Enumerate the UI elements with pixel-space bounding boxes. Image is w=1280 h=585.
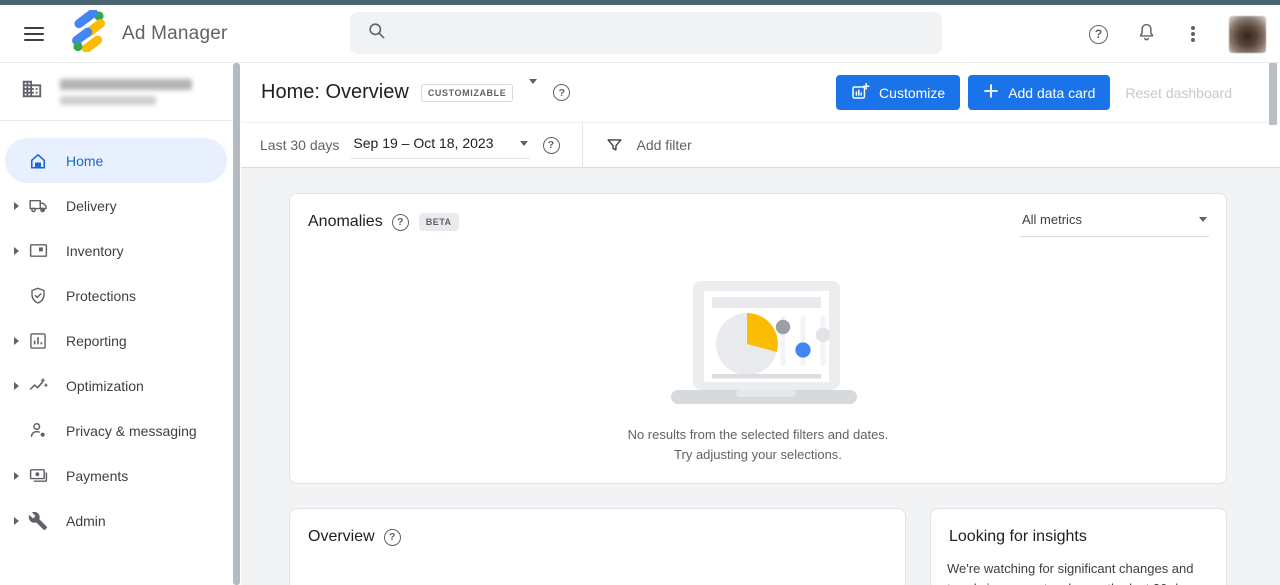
add-filter-button[interactable]: Add filter: [637, 137, 692, 153]
organization-icon: [21, 78, 43, 105]
customize-chart-icon: [851, 82, 870, 104]
sidebar-item-label: Home: [66, 153, 103, 169]
customize-label: Customize: [879, 85, 945, 101]
add-data-card-label: Add data card: [1008, 85, 1095, 101]
sidebar-item-label: Protections: [66, 288, 136, 304]
account-id-redacted: [60, 96, 156, 105]
sidebar-item-protections[interactable]: Protections: [5, 273, 227, 318]
sidebar-item-delivery[interactable]: Delivery: [5, 183, 227, 228]
sidebar-item-label: Delivery: [66, 198, 117, 214]
date-caret-icon: [520, 141, 528, 146]
reporting-chart-icon: [27, 330, 49, 352]
expand-caret-icon[interactable]: [14, 382, 19, 390]
insights-body: We're watching for significant changes a…: [947, 559, 1210, 585]
insights-title: Looking for insights: [949, 528, 1087, 546]
expand-caret-icon[interactable]: [14, 517, 19, 525]
customizable-badge: CUSTOMIZABLE: [421, 84, 514, 102]
customize-button[interactable]: Customize: [836, 75, 960, 110]
overview-title: Overview: [308, 528, 375, 546]
inventory-icon: [27, 240, 49, 262]
search-input[interactable]: [350, 12, 942, 54]
brand[interactable]: Ad Manager: [70, 10, 228, 57]
sidebar-item-inventory[interactable]: Inventory: [5, 228, 227, 273]
account-name-redacted: [60, 79, 192, 90]
empty-state-message: No results from the selected filters and…: [628, 425, 889, 465]
anomalies-help-icon[interactable]: [392, 214, 409, 231]
ad-manager-logo-icon: [70, 10, 108, 57]
date-range-label: Last 30 days: [260, 137, 339, 153]
sidebar-item-home[interactable]: Home: [5, 138, 227, 183]
expand-caret-icon[interactable]: [14, 337, 19, 345]
page-title: Home: Overview: [261, 81, 409, 104]
filter-funnel-icon[interactable]: [605, 136, 624, 155]
insights-card: Looking for insights We're watching for …: [930, 508, 1227, 585]
dashboard-dropdown-caret-icon[interactable]: [529, 84, 537, 102]
sidebar-item-admin[interactable]: Admin: [5, 498, 227, 543]
plus-icon: [983, 83, 999, 102]
shield-check-icon: [27, 285, 49, 307]
sidebar-item-label: Payments: [66, 468, 128, 484]
menu-icon[interactable]: [24, 27, 44, 41]
divider: [582, 122, 583, 168]
expand-caret-icon[interactable]: [14, 472, 19, 480]
overview-card: Overview: [289, 508, 906, 585]
optimization-icon: [27, 375, 49, 397]
help-icon[interactable]: [1089, 25, 1108, 44]
notifications-icon[interactable]: [1136, 21, 1157, 48]
sidebar-item-label: Reporting: [66, 333, 127, 349]
all-metrics-value: All metrics: [1022, 212, 1082, 227]
overview-help-icon[interactable]: [384, 529, 401, 546]
privacy-user-icon: [27, 420, 49, 442]
all-metrics-dropdown[interactable]: All metrics: [1020, 212, 1209, 237]
brand-name: Ad Manager: [122, 23, 228, 45]
more-options-icon[interactable]: [1191, 32, 1195, 36]
empty-state-laptop-illustration: [653, 278, 863, 413]
sidebar-item-privacy-messaging[interactable]: Privacy & messaging: [5, 408, 227, 453]
sidebar-item-label: Inventory: [66, 243, 124, 259]
main-content: Home: Overview CUSTOMIZABLE Customize: [241, 63, 1280, 585]
anomalies-title: Anomalies: [308, 213, 383, 231]
sidebar-item-reporting[interactable]: Reporting: [5, 318, 227, 363]
metrics-caret-icon: [1199, 217, 1207, 222]
search-icon: [367, 21, 386, 45]
home-icon: [27, 150, 49, 172]
date-help-icon[interactable]: [543, 137, 560, 154]
delivery-truck-icon: [27, 195, 49, 217]
app-bar: Ad Manager: [0, 5, 1280, 63]
beta-badge: BETA: [419, 213, 459, 231]
expand-caret-icon[interactable]: [14, 247, 19, 255]
date-range-picker[interactable]: Sep 19 – Oct 18, 2023: [351, 131, 529, 159]
sidebar-item-label: Optimization: [66, 378, 144, 394]
empty-state-line1: No results from the selected filters and…: [628, 425, 889, 445]
date-range-value: Sep 19 – Oct 18, 2023: [353, 135, 493, 151]
empty-state-line2: Try adjusting your selections.: [628, 445, 889, 465]
sidebar: Home Delivery: [0, 63, 241, 585]
sidebar-item-optimization[interactable]: Optimization: [5, 363, 227, 408]
sidebar-scrollbar[interactable]: [233, 63, 240, 585]
add-data-card-button[interactable]: Add data card: [968, 75, 1110, 110]
sidebar-item-label: Privacy & messaging: [66, 423, 197, 439]
sidebar-item-payments[interactable]: Payments: [5, 453, 227, 498]
sidebar-item-label: Admin: [66, 513, 106, 529]
page-help-icon[interactable]: [553, 84, 570, 101]
admin-wrench-icon: [27, 510, 49, 532]
dashboard-content: Anomalies BETA All metrics: [241, 168, 1280, 585]
page-header: Home: Overview CUSTOMIZABLE Customize: [241, 63, 1280, 122]
anomalies-card: Anomalies BETA All metrics: [289, 193, 1227, 484]
main-scrollbar[interactable]: [1269, 63, 1277, 125]
account-switcher[interactable]: [0, 63, 241, 121]
sidebar-nav: Home Delivery: [0, 121, 241, 543]
avatar[interactable]: [1229, 16, 1266, 53]
expand-caret-icon[interactable]: [14, 202, 19, 210]
payments-icon: [27, 465, 49, 487]
reset-dashboard-button[interactable]: Reset dashboard: [1125, 85, 1232, 101]
filter-bar: Last 30 days Sep 19 – Oct 18, 2023 Add f…: [241, 122, 1280, 168]
